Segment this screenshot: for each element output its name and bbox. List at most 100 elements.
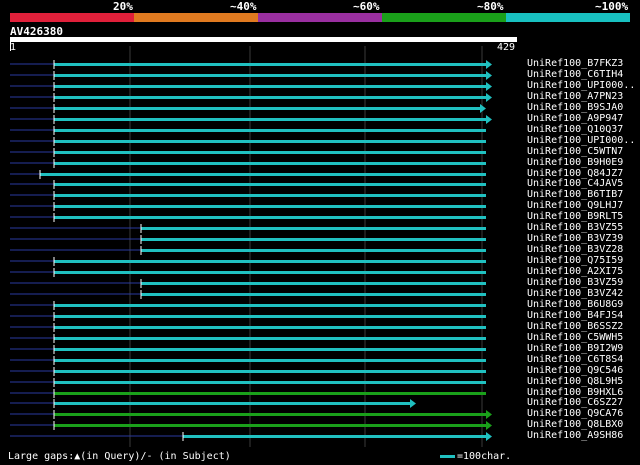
hit-bar[interactable] bbox=[54, 63, 486, 66]
hit-row[interactable] bbox=[10, 432, 492, 441]
hit-row[interactable] bbox=[10, 235, 486, 244]
hit-row[interactable] bbox=[10, 290, 486, 299]
hit-bar[interactable] bbox=[54, 402, 410, 405]
hit-label[interactable]: UniRef100_C6TIH4 bbox=[527, 70, 623, 80]
hit-row[interactable] bbox=[10, 345, 486, 354]
hit-bar[interactable] bbox=[54, 304, 486, 307]
hit-row[interactable] bbox=[10, 60, 492, 69]
hit-bar[interactable] bbox=[141, 282, 486, 285]
hit-bar[interactable] bbox=[54, 337, 486, 340]
hit-label[interactable]: UniRef100_Q9CA76 bbox=[527, 409, 623, 419]
hit-row[interactable] bbox=[10, 191, 486, 200]
hit-bar[interactable] bbox=[54, 260, 486, 263]
hit-row[interactable] bbox=[10, 421, 492, 430]
hit-bar[interactable] bbox=[54, 315, 486, 318]
hit-label[interactable]: UniRef100_C5WTN7 bbox=[527, 147, 623, 157]
hit-row[interactable] bbox=[10, 312, 486, 321]
hit-label[interactable]: UniRef100_A2XI75 bbox=[527, 267, 623, 277]
hit-row[interactable] bbox=[10, 389, 486, 398]
hit-bar[interactable] bbox=[54, 85, 486, 88]
hit-row[interactable] bbox=[10, 82, 492, 91]
hit-bar[interactable] bbox=[54, 162, 486, 165]
hit-bar[interactable] bbox=[54, 96, 486, 99]
hit-label[interactable]: UniRef100_A7PN23 bbox=[527, 92, 623, 102]
hit-row[interactable] bbox=[10, 399, 416, 408]
hit-row[interactable] bbox=[10, 268, 486, 277]
hit-label[interactable]: UniRef100_B6SSZ2 bbox=[527, 322, 623, 332]
hit-label[interactable]: UniRef100_B4FJS4 bbox=[527, 311, 623, 321]
hit-bar[interactable] bbox=[54, 348, 486, 351]
hit-bar[interactable] bbox=[54, 271, 486, 274]
hit-label[interactable]: UniRef100_B3VZ28 bbox=[527, 245, 623, 255]
hit-bar[interactable] bbox=[54, 216, 486, 219]
hit-label[interactable]: UniRef100_B6TIB7 bbox=[527, 190, 623, 200]
hit-bar[interactable] bbox=[54, 205, 486, 208]
hit-row[interactable] bbox=[10, 356, 486, 365]
hit-label[interactable]: UniRef100_Q10Q37 bbox=[527, 125, 623, 135]
hit-label[interactable]: UniRef100_Q8L9H5 bbox=[527, 377, 623, 387]
hit-label[interactable]: UniRef100_Q8LBX0 bbox=[527, 420, 623, 430]
hit-label[interactable]: UniRef100_B9H0E9 bbox=[527, 158, 623, 168]
hit-bar[interactable] bbox=[40, 173, 486, 176]
hit-bar[interactable] bbox=[141, 227, 486, 230]
hit-label[interactable]: UniRef100_C4JAV5 bbox=[527, 179, 623, 189]
hit-label[interactable]: UniRef100_B3VZ59 bbox=[527, 278, 623, 288]
hit-label[interactable]: UniRef100_B9I2W9 bbox=[527, 344, 623, 354]
hit-bar[interactable] bbox=[54, 129, 486, 132]
hit-row[interactable] bbox=[10, 246, 486, 255]
hit-bar[interactable] bbox=[54, 194, 486, 197]
hit-label[interactable]: UniRef100_C6T8S4 bbox=[527, 355, 623, 365]
hit-bar[interactable] bbox=[54, 107, 480, 110]
hit-label[interactable]: UniRef100_Q75I59 bbox=[527, 256, 623, 266]
hit-row[interactable] bbox=[10, 279, 486, 288]
hit-label[interactable]: UniRef100_A9SH86 bbox=[527, 431, 623, 441]
hit-bar[interactable] bbox=[54, 326, 486, 329]
hit-bar[interactable] bbox=[141, 238, 486, 241]
hit-label[interactable]: UniRef100_Q9C546 bbox=[527, 366, 623, 376]
hit-bar[interactable] bbox=[54, 424, 486, 427]
hit-row[interactable] bbox=[10, 410, 492, 419]
hit-row[interactable] bbox=[10, 301, 486, 310]
hit-label[interactable]: UniRef100_A9P947 bbox=[527, 114, 623, 124]
hit-row[interactable] bbox=[10, 213, 486, 222]
hit-bar[interactable] bbox=[54, 392, 486, 395]
hit-bar[interactable] bbox=[54, 359, 486, 362]
hit-bar[interactable] bbox=[54, 151, 486, 154]
hit-label[interactable]: UniRef100_B9SJA0 bbox=[527, 103, 623, 113]
hit-row[interactable] bbox=[10, 93, 492, 102]
hit-row[interactable] bbox=[10, 323, 486, 332]
hit-bar[interactable] bbox=[141, 249, 486, 252]
hit-label[interactable]: UniRef100_B3VZ55 bbox=[527, 223, 623, 233]
hit-row[interactable] bbox=[10, 126, 486, 135]
hit-row[interactable] bbox=[10, 104, 486, 113]
hit-label[interactable]: UniRef100_C5WWH5 bbox=[527, 333, 623, 343]
hit-bar[interactable] bbox=[141, 293, 486, 296]
hit-label[interactable]: UniRef100_B9RLT5 bbox=[527, 212, 623, 222]
hit-bar[interactable] bbox=[54, 140, 486, 143]
hit-row[interactable] bbox=[10, 257, 486, 266]
hit-row[interactable] bbox=[10, 170, 486, 179]
hit-label[interactable]: UniRef100_C6SZ27 bbox=[527, 398, 623, 408]
hit-row[interactable] bbox=[10, 202, 486, 211]
hit-row[interactable] bbox=[10, 224, 486, 233]
hit-bar[interactable] bbox=[54, 370, 486, 373]
hit-bar[interactable] bbox=[54, 381, 486, 384]
hit-label[interactable]: UniRef100_B3VZ42 bbox=[527, 289, 623, 299]
hit-bar[interactable] bbox=[54, 74, 486, 77]
hit-row[interactable] bbox=[10, 378, 486, 387]
hit-bar[interactable] bbox=[54, 183, 486, 186]
hit-row[interactable] bbox=[10, 367, 486, 376]
hit-row[interactable] bbox=[10, 115, 492, 124]
hit-label[interactable]: UniRef100_B6U8G9 bbox=[527, 300, 623, 310]
hit-label[interactable]: UniRef100_UPI000.. bbox=[527, 81, 635, 91]
hit-row[interactable] bbox=[10, 334, 486, 343]
hit-label[interactable]: UniRef100_UPI000.. bbox=[527, 136, 635, 146]
hit-bar[interactable] bbox=[54, 118, 486, 121]
hit-row[interactable] bbox=[10, 159, 486, 168]
hit-label[interactable]: UniRef100_B7FKZ3 bbox=[527, 59, 623, 69]
hit-row[interactable] bbox=[10, 137, 486, 146]
hit-row[interactable] bbox=[10, 180, 486, 189]
hit-row[interactable] bbox=[10, 71, 492, 80]
hit-bar[interactable] bbox=[54, 413, 486, 416]
hit-row[interactable] bbox=[10, 148, 486, 157]
